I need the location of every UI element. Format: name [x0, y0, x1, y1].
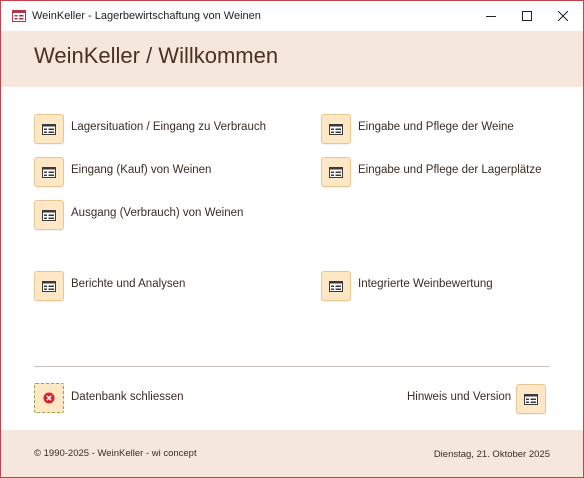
info-version-button[interactable] — [516, 384, 546, 414]
form-icon — [42, 166, 56, 178]
close-circle-icon — [43, 392, 55, 404]
form-icon — [329, 123, 343, 135]
close-icon — [558, 11, 568, 21]
app-window: WeinKeller - Lagerbewirtschaftung von We… — [0, 0, 584, 478]
section-divider — [34, 366, 550, 367]
berichte-label[interactable]: Berichte und Analysen — [71, 278, 185, 290]
form-icon — [524, 393, 538, 405]
copyright-text: © 1990-2025 - WeinKeller - wi concept — [34, 448, 197, 459]
window-title: WeinKeller - Lagerbewirtschaftung von We… — [32, 10, 261, 22]
minimize-button[interactable] — [473, 1, 509, 31]
form-icon — [329, 166, 343, 178]
pflege-weine-button[interactable] — [321, 114, 351, 144]
form-icon — [42, 123, 56, 135]
window-titlebar: WeinKeller - Lagerbewirtschaftung von We… — [1, 1, 583, 31]
weinbewertung-button[interactable] — [321, 271, 351, 301]
app-form-icon — [12, 9, 26, 22]
eingang-kauf-label[interactable]: Eingang (Kauf) von Weinen — [71, 164, 211, 176]
current-date: Dienstag, 21. Oktober 2025 — [433, 449, 550, 460]
weinbewertung-label[interactable]: Integrierte Weinbewertung — [358, 278, 493, 290]
eingang-kauf-button[interactable] — [34, 157, 64, 187]
info-version-label[interactable]: Hinweis und Version — [407, 391, 511, 403]
lagersituation-button[interactable] — [34, 114, 64, 144]
berichte-button[interactable] — [34, 271, 64, 301]
close-database-button[interactable] — [34, 383, 64, 413]
pflege-lagerplaetze-label[interactable]: Eingabe und Pflege der Lagerplätze — [358, 164, 542, 176]
pflege-weine-label[interactable]: Eingabe und Pflege der Weine — [358, 121, 514, 133]
form-icon — [329, 280, 343, 292]
close-database-label[interactable]: Datenbank schliessen — [71, 391, 184, 403]
ausgang-verbrauch-label[interactable]: Ausgang (Verbrauch) von Weinen — [71, 207, 243, 219]
lagersituation-label[interactable]: Lagersituation / Eingang zu Verbrauch — [71, 121, 266, 133]
pflege-lagerplaetze-button[interactable] — [321, 157, 351, 187]
minimize-icon — [486, 16, 496, 17]
page-title: WeinKeller / Willkommen — [34, 43, 279, 68]
maximize-icon — [522, 11, 532, 21]
close-window-button[interactable] — [545, 1, 581, 31]
ausgang-verbrauch-button[interactable] — [34, 200, 64, 230]
form-header: WeinKeller / Willkommen — [1, 31, 583, 87]
form-icon — [42, 209, 56, 221]
form-footer: © 1990-2025 - WeinKeller - wi concept Di… — [1, 430, 583, 477]
form-icon — [42, 280, 56, 292]
maximize-button[interactable] — [509, 1, 545, 31]
